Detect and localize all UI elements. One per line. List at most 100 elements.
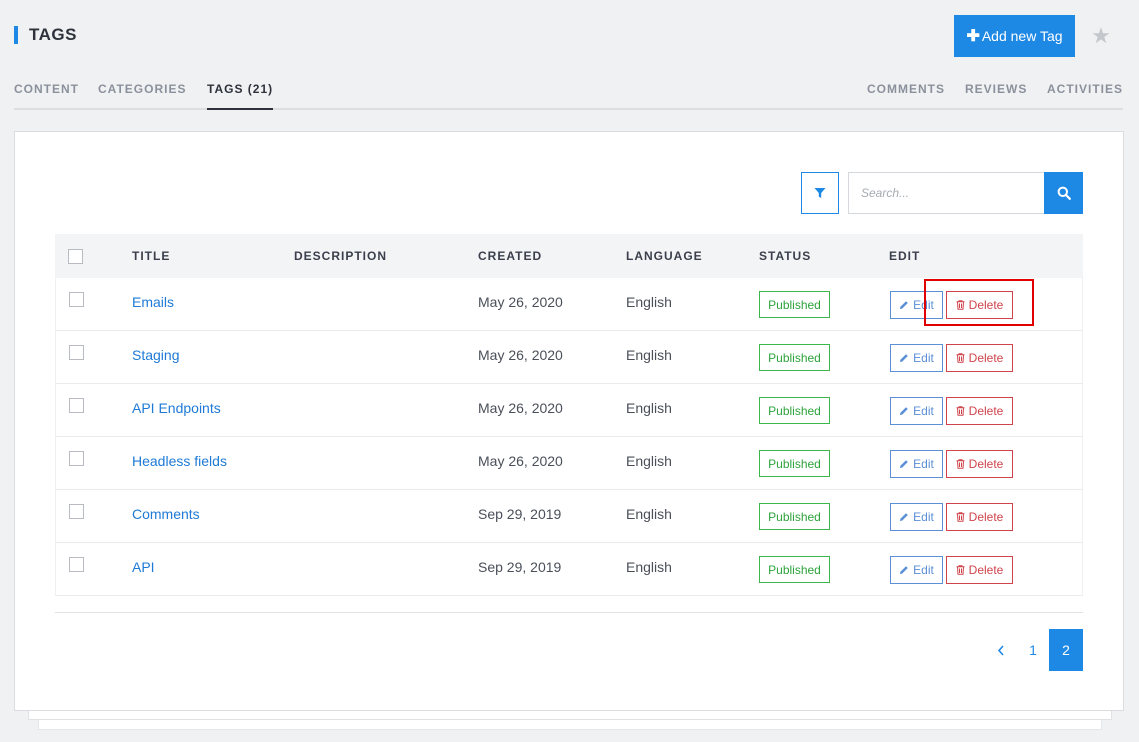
pencil-icon xyxy=(900,301,908,309)
edit-button[interactable]: Edit xyxy=(890,450,943,478)
tag-language: English xyxy=(626,559,672,575)
filter-icon xyxy=(814,188,826,198)
select-all-checkbox[interactable] xyxy=(68,249,83,264)
tag-title-link[interactable]: API Endpoints xyxy=(132,400,221,416)
pencil-icon xyxy=(900,407,908,415)
table-row: Emails May 26, 2020 English Published Ed… xyxy=(55,278,1083,331)
edit-button[interactable]: Edit xyxy=(890,291,943,319)
edit-label: Edit xyxy=(913,404,934,418)
star-icon[interactable]: ★ xyxy=(1090,25,1112,47)
delete-button[interactable]: Delete xyxy=(946,291,1013,319)
status-badge: Published xyxy=(759,503,830,530)
header-created[interactable]: CREATED xyxy=(478,249,542,263)
trash-icon xyxy=(956,459,965,469)
tag-title-link[interactable]: Headless fields xyxy=(132,453,227,469)
tab-tags[interactable]: TAGS (21) xyxy=(207,82,274,110)
pagination-page[interactable]: 1 xyxy=(1017,629,1049,671)
pagination-prev[interactable] xyxy=(984,629,1018,671)
pencil-icon xyxy=(900,460,908,468)
edit-label: Edit xyxy=(913,510,934,524)
edit-label: Edit xyxy=(913,563,934,577)
trash-icon xyxy=(956,300,965,310)
header-description[interactable]: DESCRIPTION xyxy=(294,249,387,263)
delete-button[interactable]: Delete xyxy=(946,344,1013,372)
header-edit: EDIT xyxy=(889,249,921,263)
delete-label: Delete xyxy=(968,351,1004,365)
pencil-icon xyxy=(900,354,908,362)
tags-card: TITLE DESCRIPTION CREATED LANGUAGE STATU… xyxy=(14,131,1124,711)
edit-button[interactable]: Edit xyxy=(890,556,943,584)
trash-icon xyxy=(956,565,965,575)
pagination-page-current[interactable]: 2 xyxy=(1049,629,1083,671)
filter-button[interactable] xyxy=(801,172,839,214)
status-badge: Published xyxy=(759,291,830,318)
row-checkbox[interactable] xyxy=(69,398,84,413)
table-row: Comments Sep 29, 2019 English Published … xyxy=(55,490,1083,543)
tab-comments[interactable]: COMMENTS xyxy=(867,82,945,110)
title-accent-bar xyxy=(14,26,18,44)
tag-created: May 26, 2020 xyxy=(478,400,563,416)
delete-button[interactable]: Delete xyxy=(946,503,1013,531)
tag-title-link[interactable]: Staging xyxy=(132,347,179,363)
row-checkbox[interactable] xyxy=(69,451,84,466)
status-badge: Published xyxy=(759,397,830,424)
pencil-icon xyxy=(900,513,908,521)
pencil-icon xyxy=(900,566,908,574)
header-language[interactable]: LANGUAGE xyxy=(626,249,703,263)
edit-label: Edit xyxy=(913,351,934,365)
row-checkbox[interactable] xyxy=(69,504,84,519)
search-input[interactable] xyxy=(848,172,1045,214)
edit-button[interactable]: Edit xyxy=(890,344,943,372)
delete-button[interactable]: Delete xyxy=(946,450,1013,478)
tag-language: English xyxy=(626,347,672,363)
status-badge: Published xyxy=(759,556,830,583)
edit-button[interactable]: Edit xyxy=(890,397,943,425)
table-header: TITLE DESCRIPTION CREATED LANGUAGE STATU… xyxy=(55,234,1083,278)
tag-language: English xyxy=(626,506,672,522)
row-checkbox[interactable] xyxy=(69,557,84,572)
tag-language: English xyxy=(626,453,672,469)
search-button[interactable] xyxy=(1044,172,1083,214)
page-title-text: TAGS xyxy=(29,25,77,44)
tag-title-link[interactable]: API xyxy=(132,559,155,575)
status-badge: Published xyxy=(759,450,830,477)
tag-title-link[interactable]: Comments xyxy=(132,506,200,522)
search-icon xyxy=(1057,186,1071,200)
trash-icon xyxy=(956,512,965,522)
row-checkbox[interactable] xyxy=(69,292,84,307)
tags-table: TITLE DESCRIPTION CREATED LANGUAGE STATU… xyxy=(55,234,1083,596)
tag-title-link[interactable]: Emails xyxy=(132,294,174,310)
trash-icon xyxy=(956,406,965,416)
edit-button[interactable]: Edit xyxy=(890,503,943,531)
tab-activities[interactable]: ACTIVITIES xyxy=(1047,82,1123,110)
tab-reviews[interactable]: REVIEWS xyxy=(965,82,1027,110)
tag-created: May 26, 2020 xyxy=(478,453,563,469)
header-status[interactable]: STATUS xyxy=(759,249,811,263)
tag-created: May 26, 2020 xyxy=(478,347,563,363)
tab-content[interactable]: CONTENT xyxy=(14,82,79,110)
add-new-tag-button[interactable]: ✚ Add new Tag xyxy=(954,15,1075,57)
delete-label: Delete xyxy=(968,298,1004,312)
plus-icon: ✚ xyxy=(966,28,980,45)
table-row: API Endpoints May 26, 2020 English Publi… xyxy=(55,384,1083,437)
page-title: TAGS xyxy=(14,25,77,44)
tag-created: May 26, 2020 xyxy=(478,294,563,310)
tab-categories[interactable]: CATEGORIES xyxy=(98,82,186,110)
status-badge: Published xyxy=(759,344,830,371)
header-title[interactable]: TITLE xyxy=(132,249,170,263)
delete-button[interactable]: Delete xyxy=(946,556,1013,584)
tag-language: English xyxy=(626,400,672,416)
table-row: Headless fields May 26, 2020 English Pub… xyxy=(55,437,1083,490)
trash-icon xyxy=(956,353,965,363)
delete-label: Delete xyxy=(968,457,1004,471)
tag-language: English xyxy=(626,294,672,310)
table-row: Staging May 26, 2020 English Published E… xyxy=(55,331,1083,384)
edit-label: Edit xyxy=(913,457,934,471)
tag-created: Sep 29, 2019 xyxy=(478,559,562,575)
delete-label: Delete xyxy=(968,404,1004,418)
delete-button[interactable]: Delete xyxy=(946,397,1013,425)
delete-label: Delete xyxy=(968,510,1004,524)
chevron-left-icon xyxy=(997,644,1004,656)
add-new-tag-label: Add new Tag xyxy=(981,28,1063,44)
row-checkbox[interactable] xyxy=(69,345,84,360)
